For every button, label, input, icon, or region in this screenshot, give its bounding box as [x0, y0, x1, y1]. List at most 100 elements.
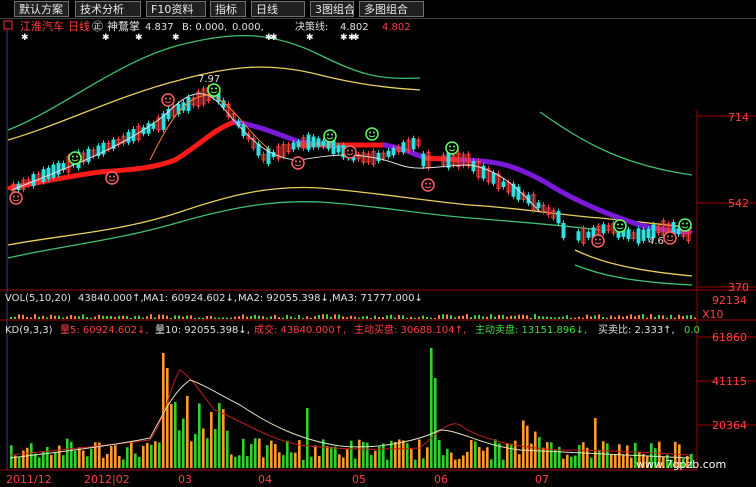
multi-chart-button[interactable]: 多图组合: [359, 1, 424, 17]
volume-bar: [630, 457, 633, 468]
vol-mini-bar: [206, 316, 208, 319]
volume-bar: [406, 443, 409, 468]
daily-button[interactable]: 日线: [251, 1, 305, 17]
vol-mini-bar: [258, 315, 260, 319]
vol-mini-bar: [514, 315, 516, 319]
three-chart-button[interactable]: 3图组合: [310, 1, 354, 17]
vol-mini-bar: [226, 317, 228, 319]
vol-mini-bar: [58, 315, 60, 319]
vol-mini-bar: [86, 317, 88, 319]
vol-mini-bar: [606, 317, 608, 319]
stock-name[interactable]: 江淮汽车: [20, 19, 64, 33]
volume-bar: [578, 445, 581, 468]
vol-mini-bar: [130, 317, 132, 319]
vol-mini-bar: [314, 316, 316, 319]
volume-bar: [134, 453, 137, 468]
vol-mini-bar: [262, 316, 264, 319]
channel-bands: [7, 34, 693, 286]
vol-mini-bar: [134, 316, 136, 319]
volume-bar: [438, 440, 441, 468]
volume-bar: [138, 456, 141, 468]
volume-bar: [226, 430, 229, 468]
volume-bar: [402, 440, 405, 468]
period-label: 日线: [68, 19, 90, 33]
smiley-eye: [17, 195, 19, 198]
vol-mini-bar: [366, 315, 368, 319]
vol-mini-bar: [198, 317, 200, 319]
volume-bar: [242, 438, 245, 468]
vol-mini-bar: [330, 316, 332, 319]
vol-mini-bar: [678, 314, 680, 319]
volume-bar: [470, 440, 473, 468]
volume-bar: [534, 431, 537, 468]
kd-liang5: 量5: 60924.602↓,: [60, 324, 149, 336]
volume-bar: [154, 441, 157, 468]
volume-bar: [554, 449, 557, 468]
volume-bar: [538, 437, 541, 468]
vol-mini-bar: [218, 317, 220, 319]
tech-analysis-button[interactable]: 技术分析: [75, 1, 141, 17]
volume-bar: [546, 442, 549, 468]
volume-bar: [582, 442, 585, 468]
vol-mini-bar: [654, 316, 656, 319]
vol-mini-bar: [46, 317, 48, 319]
vol-mini-bar: [138, 315, 140, 319]
vol-mini-bar: [34, 314, 36, 319]
vol-mini-bar: [670, 314, 672, 319]
volume-bar: [338, 454, 341, 468]
vol-mini-bar: [270, 316, 272, 319]
volume-bar: [198, 403, 201, 468]
vol-mini-bar: [498, 314, 500, 319]
scheme-button[interactable]: 默认方案: [14, 1, 69, 17]
smiley-eye: [425, 182, 427, 185]
smiley-eye: [76, 155, 78, 158]
vol-mini-bar: [526, 315, 528, 319]
vol-mini-bar: [26, 316, 28, 319]
volume-bar: [106, 453, 109, 468]
axis-label-714: 714: [728, 111, 749, 124]
smiley-icon: [291, 156, 305, 170]
vol-mini-bar: [582, 317, 584, 319]
vol-mini-bar: [126, 316, 128, 319]
vol-mini-bar: [326, 314, 328, 319]
smiley-icon: [678, 218, 692, 232]
vol-mini-bar: [106, 316, 108, 319]
vol-mini-bar: [14, 316, 16, 319]
vol-mini-bar: [626, 315, 628, 319]
volume-bar: [186, 395, 189, 468]
f10-button[interactable]: F10资料: [146, 1, 206, 17]
vol-mini-bar: [522, 314, 524, 319]
vol-mini-bar: [562, 316, 564, 319]
vol-mini-bar: [558, 316, 560, 319]
candle-body: [51, 164, 56, 178]
peak-price-label: 7.97: [198, 74, 220, 85]
volume-bar: [182, 418, 185, 468]
volume-bar: [626, 445, 629, 468]
volume-bar: [102, 457, 105, 468]
kd-name: KD(9,3,3): [5, 325, 53, 336]
kd-axis-label-low: 20364: [712, 419, 747, 432]
star-icon: ✱: [21, 33, 29, 43]
volume-bar: [478, 446, 481, 468]
volume-bar: [118, 455, 121, 468]
smiley-eye: [109, 175, 111, 178]
volume-bar: [90, 448, 93, 468]
volume-bar: [146, 443, 149, 468]
vol-axis-label: 92134: [712, 294, 747, 307]
indicator-button[interactable]: 指标: [210, 1, 246, 17]
volume-bar: [230, 454, 233, 468]
volume-bar: [594, 418, 597, 468]
vol-mini-bar: [302, 317, 304, 319]
smiley-icon: [421, 178, 435, 192]
vol-mini-bar: [318, 314, 320, 319]
candle-body: [41, 169, 46, 183]
volume-bar: [18, 457, 21, 468]
price-ma-lines: [11, 93, 541, 213]
vol-mini-bar: [426, 316, 428, 319]
vol-mini-bar: [246, 316, 248, 319]
vol-mini-bar: [386, 315, 388, 319]
stock-chart[interactable]: ✱ ✱ ✱ ✱ ✱✱ ✱ ✱ ✱✱ 江淮汽车 日线 ㊣ 神鶩掌 4.837 B: 0.000,…: [0, 18, 756, 487]
vol-mini-bar: [310, 317, 312, 319]
vol-mini-bar: [370, 317, 372, 319]
vol-mini-bar: [374, 315, 376, 319]
